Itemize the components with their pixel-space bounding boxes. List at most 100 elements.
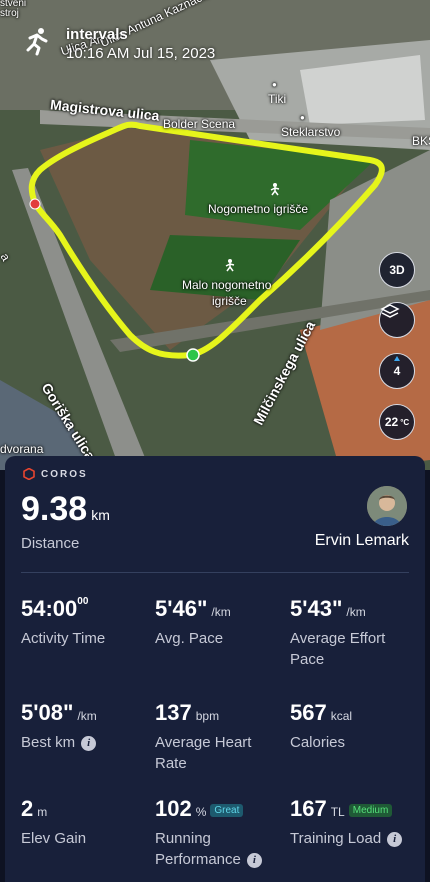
stat-value-text: 5'46"	[155, 596, 208, 621]
compass-icon	[394, 356, 400, 361]
stat-label: Avg. Pace	[155, 628, 280, 649]
coros-logo-icon	[23, 468, 35, 480]
distance-unit: km	[91, 507, 110, 523]
stat-value: 5'08"/km	[21, 700, 146, 726]
stat-label-text: Training Load	[290, 830, 382, 847]
distance-block: 9.38 km Distance	[21, 490, 110, 554]
view-3d-label: 3D	[389, 263, 405, 277]
temperature-unit: °C	[400, 417, 410, 427]
running-icon	[22, 26, 56, 60]
stat-item: 567 kcal Calories	[290, 700, 415, 753]
stat-badge: Great	[210, 803, 244, 817]
stat-item: 167 TL Medium Training Load i	[290, 796, 415, 849]
stat-badge: Medium	[348, 803, 393, 817]
stat-value-text: 102	[155, 796, 192, 821]
stat-value-text: 5'43"	[290, 596, 343, 621]
soccer-field-icon	[270, 183, 280, 196]
layers-icon	[380, 304, 400, 318]
stat-value-text: 2	[21, 796, 34, 821]
stat-label-text: Activity Time	[21, 630, 106, 647]
stat-label: Training Load i	[290, 828, 415, 849]
map-label-steklarstvo: Steklarstvo	[281, 125, 341, 139]
end-marker	[186, 348, 200, 362]
stat-label-text: Average Effort Pace	[290, 630, 386, 668]
poi-dot-icon-2: ●	[300, 113, 305, 122]
view-3d-button[interactable]: 3D	[379, 252, 415, 288]
activity-title: intervals	[66, 26, 128, 43]
stat-unit: TL	[330, 805, 345, 819]
stat-unit: /km	[77, 709, 97, 723]
stat-value: 2m	[21, 796, 146, 822]
stat-value-text: 5'08"	[21, 700, 74, 725]
brand-name: COROS	[41, 468, 88, 480]
route-map[interactable]: stveni stroj Ulica An Ulica Antuna Kazna…	[0, 0, 430, 470]
stat-label-text: Average Heart Rate	[155, 734, 252, 772]
stat-value: 167 TL Medium	[290, 796, 415, 822]
avatar-image	[367, 486, 407, 526]
stat-label-text: Calories	[290, 734, 346, 751]
stat-item: 5'46"/km Avg. Pace	[155, 596, 280, 649]
stat-label-text: Running Performance	[155, 830, 241, 868]
stat-item: 5'43"/km Average Effort Pace	[290, 596, 415, 670]
stat-label: Average Heart Rate	[155, 732, 280, 774]
poi-dot-icon: ●	[272, 80, 277, 89]
map-label-nogometno: Nogometno igrišče	[208, 202, 309, 216]
avatar[interactable]	[367, 486, 407, 526]
info-icon[interactable]: i	[81, 735, 97, 751]
stat-label: Average Effort Pace	[290, 628, 415, 670]
stat-unit: bpm	[195, 709, 220, 723]
stat-label: Activity Time	[21, 628, 146, 649]
stat-label: Calories	[290, 732, 415, 753]
distance-label: Distance	[21, 535, 80, 552]
stat-item: 137 bpm Average Heart Rate	[155, 700, 280, 774]
activity-header: intervals 10:16 AM Jul 15, 2023	[22, 26, 215, 62]
map-label-bks: BKS	[412, 134, 430, 148]
info-icon[interactable]: i	[246, 852, 262, 868]
stat-value: 5'46"/km	[155, 596, 280, 622]
stat-value: 5'43"/km	[290, 596, 415, 622]
stat-value-text: 167	[290, 796, 327, 821]
soccer-field-icon-2	[225, 259, 235, 272]
map-layers-button[interactable]	[379, 302, 415, 338]
compass-button[interactable]: 4	[379, 353, 415, 389]
map-label-dvorana: dvorana	[0, 442, 44, 456]
temperature-value: 22	[384, 415, 399, 429]
stat-item: 54:0000 Activity Time	[21, 596, 146, 649]
stat-label-text: Best km	[21, 734, 76, 751]
user-name[interactable]: Ervin Lemark	[315, 532, 409, 550]
stat-label-text: Avg. Pace	[155, 630, 224, 647]
map-label-malo-line1: Malo nogometno	[182, 278, 272, 292]
stat-value: 567 kcal	[290, 700, 415, 726]
stat-label: Running Performance i	[155, 828, 280, 870]
stat-unit: kcal	[330, 709, 353, 723]
distance-value: 9.38	[21, 490, 88, 528]
stat-label: Best km i	[21, 732, 146, 753]
map-label-tiki: Tiki	[268, 92, 287, 106]
activity-summary-panel: COROS 9.38 km Distance Ervin Lemark 54:00…	[5, 456, 425, 882]
map-label-malo-line2: igrišče	[212, 294, 247, 308]
stat-unit: /km	[346, 605, 366, 619]
stat-value: 54:0000	[21, 596, 146, 622]
brand-logo: COROS	[23, 468, 88, 480]
map-label-bolder-scena: Bolder Scena	[163, 117, 236, 131]
stat-value-text: 567	[290, 700, 327, 725]
stat-unit: /km	[211, 605, 231, 619]
stat-item: 5'08"/km Best km i	[21, 700, 146, 753]
stat-value: 137 bpm	[155, 700, 280, 726]
temperature-button[interactable]: 22 °C	[379, 404, 415, 440]
stat-value: 102% Great	[155, 796, 280, 822]
stat-value-text: 137	[155, 700, 192, 725]
stat-label: Elev Gain	[21, 828, 146, 849]
stat-unit: m	[37, 805, 48, 819]
stat-label-text: Elev Gain	[21, 830, 87, 847]
activity-datetime: 10:16 AM Jul 15, 2023	[66, 45, 216, 62]
stat-value-text: 54:00	[21, 596, 78, 621]
map-label-street-2: stroj	[0, 8, 19, 19]
start-marker	[29, 198, 41, 210]
stat-item: 2 m Elev Gain	[21, 796, 146, 849]
stat-value-sup: 00	[77, 596, 89, 607]
divider	[21, 572, 409, 573]
stat-unit: %	[195, 805, 207, 819]
stat-item: 102% Great Running Performance i	[155, 796, 280, 870]
info-icon[interactable]: i	[387, 831, 403, 847]
